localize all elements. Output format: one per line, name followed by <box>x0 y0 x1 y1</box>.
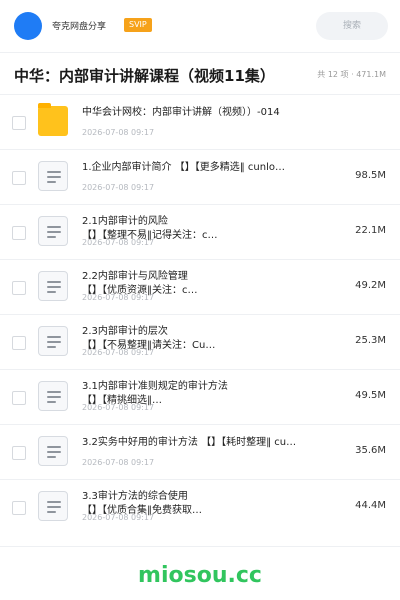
file-row[interactable]: 3.1内部审计准则规定的审计方法 【】【精挑细选‖… 2026-07-08 09:1… <box>0 369 400 424</box>
item-size: 25.3M <box>355 335 386 346</box>
top-bar: 夸克网盘分享 SVIP 搜索 <box>0 0 400 52</box>
document-icon <box>38 271 68 301</box>
row-checkbox[interactable] <box>12 171 26 185</box>
item-date: 2026-07-08 09:17 <box>82 293 155 302</box>
row-checkbox[interactable] <box>12 391 26 405</box>
document-icon <box>38 381 68 411</box>
item-name: 1.企业内部审计简介 【】【更多精选‖ cunlo… <box>82 162 285 173</box>
search-placeholder: 搜索 <box>342 21 361 31</box>
sharer-name: 夸克网盘分享 <box>52 22 107 32</box>
row-checkbox[interactable] <box>12 336 26 350</box>
item-date: 2026-07-08 09:17 <box>82 348 155 357</box>
folder-meta: 共 12 项 · 471.1M <box>317 70 386 79</box>
header-divider <box>0 52 400 53</box>
document-icon <box>38 491 68 521</box>
file-list: 中华会计网校：内部审计讲解（视频））-014 2026-07-08 09:17 1.… <box>0 94 400 534</box>
row-checkbox[interactable] <box>12 226 26 240</box>
file-row[interactable]: 3.3审计方法的综合使用 【】【优质合集‖免费获取… 2026-07-08 09:1… <box>0 479 400 534</box>
folder-icon <box>38 103 68 136</box>
item-size: 44.4M <box>355 500 386 511</box>
item-date: 2026-07-08 09:17 <box>82 513 155 522</box>
avatar[interactable] <box>14 12 42 40</box>
document-icon <box>38 216 68 246</box>
row-checkbox[interactable] <box>12 116 26 130</box>
file-row[interactable]: 3.2实务中好用的审计方法 【】【耗时整理‖ cu… 2026-07-08 09:… <box>0 424 400 479</box>
document-icon <box>38 161 68 191</box>
item-size: 49.5M <box>355 390 386 401</box>
file-row[interactable]: 2.1内部审计的风险 【】【整理不易‖记得关注：c… 2026-07-08 09:1… <box>0 204 400 259</box>
item-date: 2026-07-08 09:17 <box>82 458 155 467</box>
folder-row[interactable]: 中华会计网校：内部审计讲解（视频））-014 2026-07-08 09:17 <box>0 94 400 149</box>
brand-watermark: miosou.cc <box>138 563 262 588</box>
row-checkbox[interactable] <box>12 501 26 515</box>
document-icon <box>38 436 68 466</box>
file-row[interactable]: 2.2内部审计与风险管理 【】【优质资源‖关注：c… 2026-07-08 09:1… <box>0 259 400 314</box>
svip-badge: SVIP <box>124 18 152 32</box>
file-row[interactable]: 1.企业内部审计简介 【】【更多精选‖ cunlo… 2026-07-08 09:… <box>0 149 400 204</box>
item-date: 2026-07-08 09:17 <box>82 238 155 247</box>
row-checkbox[interactable] <box>12 446 26 460</box>
item-date: 2026-07-08 09:17 <box>82 183 155 192</box>
search-input[interactable]: 搜索 <box>316 12 388 40</box>
item-size: 49.2M <box>355 280 386 291</box>
row-checkbox[interactable] <box>12 281 26 295</box>
file-row[interactable]: 2.3内部审计的层次 【】【不易整理‖请关注：Cu… 2026-07-08 09:1… <box>0 314 400 369</box>
item-date: 2026-07-08 09:17 <box>82 128 155 137</box>
footer-divider <box>0 546 400 547</box>
page-title: 中华：内部审计讲解课程（视频11集） <box>14 67 275 85</box>
item-size: 22.1M <box>355 225 386 236</box>
item-size: 35.6M <box>355 445 386 456</box>
document-icon <box>38 326 68 356</box>
item-name: 3.2实务中好用的审计方法 【】【耗时整理‖ cu… <box>82 437 297 448</box>
item-date: 2026-07-08 09:17 <box>82 403 155 412</box>
item-size: 98.5M <box>355 170 386 181</box>
item-name: 中华会计网校：内部审计讲解（视频））-014 <box>82 107 280 118</box>
